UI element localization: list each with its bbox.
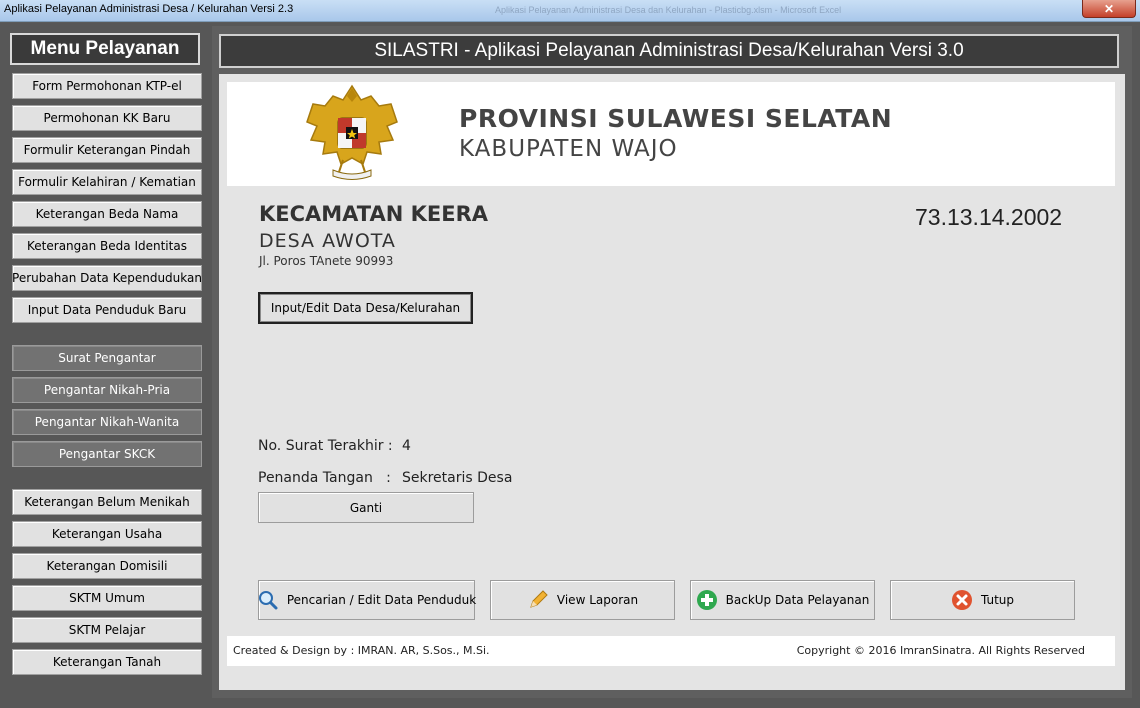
desa-code: 73.13.14.2002 — [915, 204, 1063, 230]
window-title: Aplikasi Pelayanan Administrasi Desa / K… — [4, 3, 294, 15]
view-laporan-label: View Laporan — [556, 593, 639, 607]
app-banner: SILASTRI - Aplikasi Pelayanan Administra… — [219, 34, 1119, 68]
input-edit-desa-button[interactable]: Input/Edit Data Desa/Kelurahan — [258, 292, 473, 324]
pencarian-label: Pencarian / Edit Data Penduduk — [286, 593, 477, 607]
footer: Created & Design by : IMRAN. AR, S.Sos.,… — [227, 636, 1115, 666]
backup-button[interactable]: BackUp Data Pelayanan — [690, 580, 875, 620]
sidebar-item-sktm-umum[interactable]: SKTM Umum — [12, 585, 202, 611]
ganti-button[interactable]: Ganti — [258, 492, 474, 523]
tutup-button[interactable]: Tutup — [890, 580, 1075, 620]
content-panel: PROVINSI SULAWESI SELATAN KABUPATEN WAJO… — [219, 74, 1125, 690]
sidebar-item-pengantar-skck[interactable]: Pengantar SKCK — [12, 441, 202, 467]
window-titlebar: Aplikasi Pelayanan Administrasi Desa / K… — [0, 0, 1140, 22]
sidebar-item-keterangan-beda-nama[interactable]: Keterangan Beda Nama — [12, 201, 202, 227]
view-laporan-button[interactable]: View Laporan — [490, 580, 675, 620]
penanda-tangan-label: Penanda Tangan : — [258, 470, 391, 486]
provinsi-title: PROVINSI SULAWESI SELATAN — [459, 104, 893, 133]
pencil-icon — [530, 590, 548, 608]
background-window-title: Aplikasi Pelayanan Administrasi Desa dan… — [495, 5, 842, 15]
header-area: PROVINSI SULAWESI SELATAN KABUPATEN WAJO — [227, 82, 1115, 186]
penanda-tangan-value: Sekretaris Desa — [402, 470, 513, 486]
desa-address: Jl. Poros TAnete 90993 — [259, 254, 394, 268]
magnifier-icon — [258, 591, 278, 610]
main-area: SILASTRI - Aplikasi Pelayanan Administra… — [212, 26, 1132, 698]
input-edit-desa-label: Input/Edit Data Desa/Kelurahan — [270, 301, 461, 315]
app-window: Menu Pelayanan Form Permohonan KTP-el Per… — [0, 23, 1140, 708]
sidebar-title: Menu Pelayanan — [10, 33, 200, 65]
sidebar-item-form-permohonan-ktp-el[interactable]: Form Permohonan KTP-el — [12, 73, 202, 99]
kecamatan-name: KECAMATAN KEERA — [259, 202, 489, 226]
sidebar-item-pengantar-nikah-wanita[interactable]: Pengantar Nikah-Wanita — [12, 409, 202, 435]
tutup-label: Tutup — [980, 593, 1015, 607]
sidebar-item-surat-pengantar[interactable]: Surat Pengantar — [12, 345, 202, 371]
ganti-label: Ganti — [349, 500, 383, 515]
sidebar-item-pengantar-nikah-pria[interactable]: Pengantar Nikah-Pria — [12, 377, 202, 403]
sidebar-item-permohonan-kk-baru[interactable]: Permohonan KK Baru — [12, 105, 202, 131]
backup-label: BackUp Data Pelayanan — [725, 593, 870, 607]
sidebar-menu: Menu Pelayanan Form Permohonan KTP-el Per… — [6, 31, 208, 703]
sidebar-item-perubahan-data-kependudukan[interactable]: Perubahan Data Kependudukan — [12, 265, 202, 291]
garuda-emblem-icon — [306, 84, 398, 180]
sidebar-item-keterangan-tanah[interactable]: Keterangan Tanah — [12, 649, 202, 675]
sidebar-item-sktm-pelajar[interactable]: SKTM Pelajar — [12, 617, 202, 643]
sidebar-item-keterangan-beda-identitas[interactable]: Keterangan Beda Identitas — [12, 233, 202, 259]
close-circle-icon — [951, 590, 972, 610]
sidebar-item-formulir-kelahiran-kematian[interactable]: Formulir Kelahiran / Kematian — [12, 169, 202, 195]
no-surat-label: No. Surat Terakhir : — [258, 438, 393, 454]
sidebar-item-input-data-penduduk-baru[interactable]: Input Data Penduduk Baru — [12, 297, 202, 323]
no-surat-value: 4 — [402, 438, 411, 454]
sidebar-item-keterangan-belum-menikah[interactable]: Keterangan Belum Menikah — [12, 489, 202, 515]
footer-copyright: Copyright © 2016 ImranSinatra. All Right… — [796, 644, 1085, 657]
window-close-button[interactable]: ✕ — [1082, 0, 1136, 18]
sidebar-item-keterangan-domisili[interactable]: Keterangan Domisili — [12, 553, 202, 579]
sidebar-item-keterangan-usaha[interactable]: Keterangan Usaha — [12, 521, 202, 547]
kabupaten-title: KABUPATEN WAJO — [459, 136, 678, 162]
footer-credit: Created & Design by : IMRAN. AR, S.Sos.,… — [233, 644, 490, 657]
pencarian-button[interactable]: Pencarian / Edit Data Penduduk — [258, 580, 477, 620]
desa-name: DESA AWOTA — [259, 230, 396, 252]
plus-circle-icon — [696, 590, 717, 610]
sidebar-item-formulir-keterangan-pindah[interactable]: Formulir Keterangan Pindah — [12, 137, 202, 163]
